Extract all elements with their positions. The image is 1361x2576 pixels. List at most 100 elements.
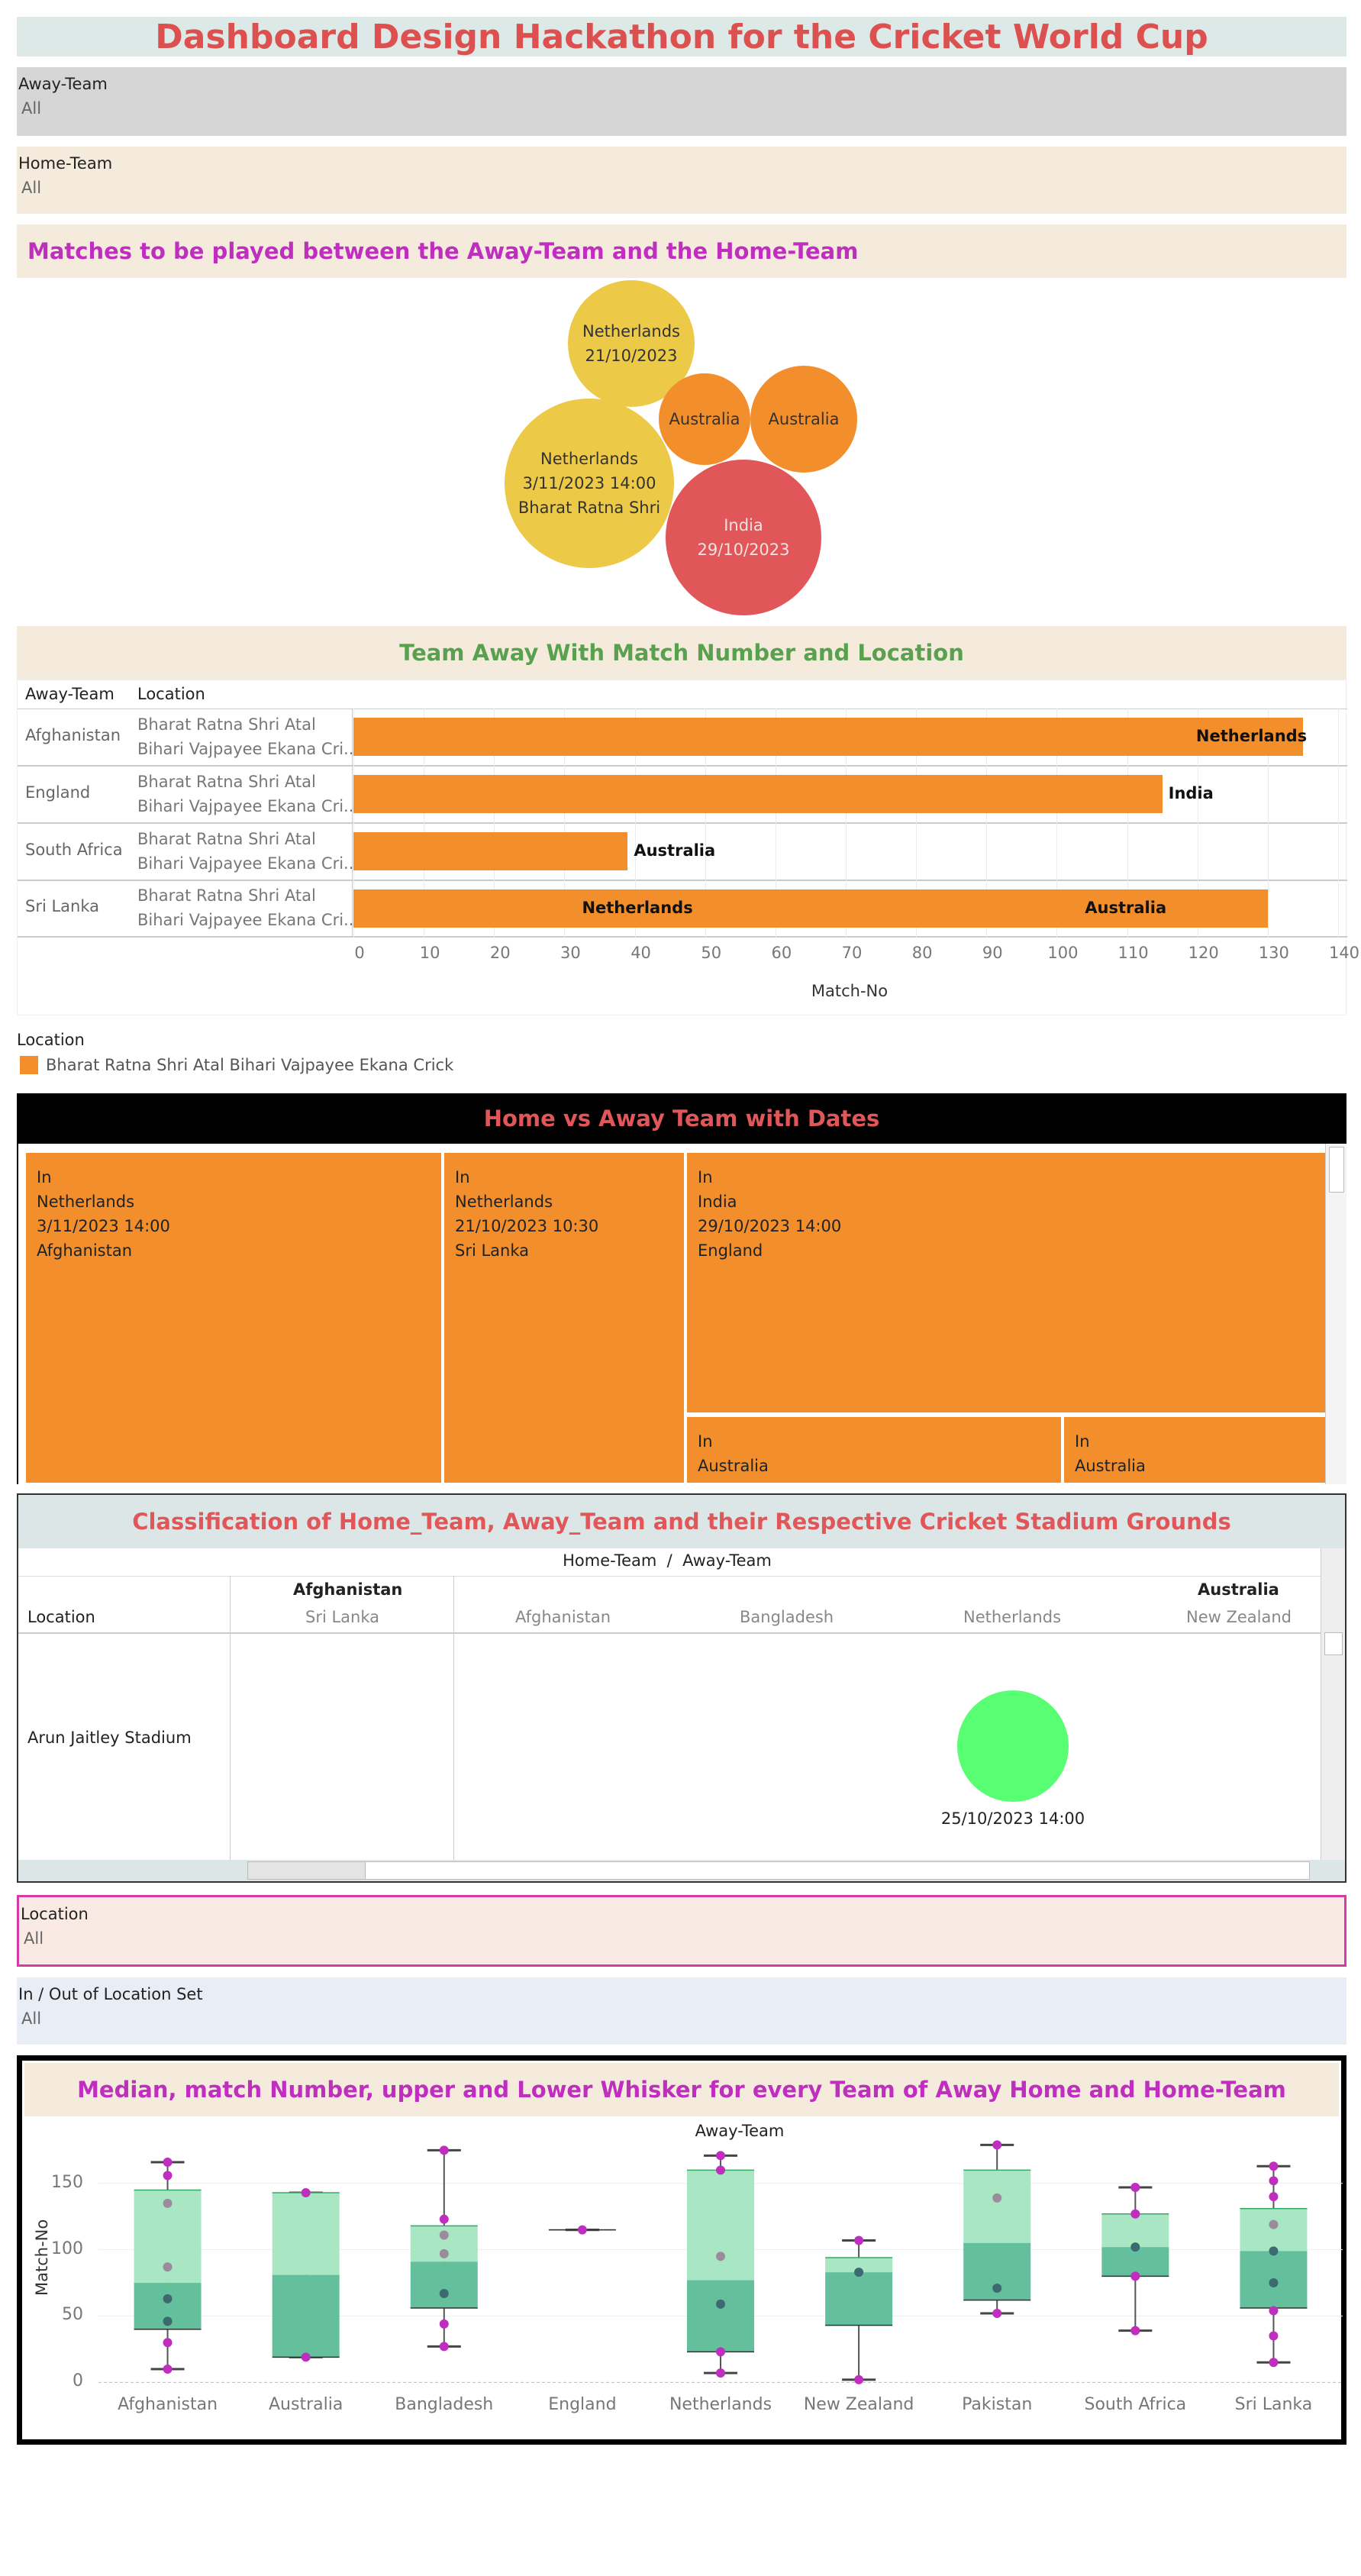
tile-line: In bbox=[698, 1432, 713, 1451]
data-point bbox=[577, 2225, 587, 2235]
data-point bbox=[301, 2352, 311, 2362]
data-point bbox=[1269, 2192, 1279, 2202]
in-out-location-filter[interactable]: In / Out of Location Set All bbox=[17, 1977, 1346, 2045]
bubble[interactable]: Australia bbox=[659, 373, 750, 465]
data-point bbox=[163, 2364, 173, 2374]
horizontal-scrollbar[interactable] bbox=[18, 1860, 1345, 1881]
legend-label: Bharat Ratna Shri Atal Bihari Vajpayee E… bbox=[46, 1056, 454, 1074]
location-line: Bharat Ratna Shri Atal bbox=[137, 773, 316, 791]
data-point bbox=[1269, 2331, 1279, 2341]
data-point bbox=[163, 2338, 173, 2348]
tile-line: In bbox=[455, 1168, 470, 1186]
page-title: Dashboard Design Hackathon for the Crick… bbox=[155, 17, 1208, 56]
away-team-header: New Zealand bbox=[1186, 1608, 1292, 1626]
treemap-tile[interactable]: In Netherlands 3/11/2023 14:00 Afghanist… bbox=[26, 1153, 441, 1483]
data-point bbox=[854, 2268, 864, 2277]
legend-swatch bbox=[20, 1056, 38, 1074]
y-tick-label: 150 bbox=[51, 2172, 83, 2192]
legend-item[interactable]: Bharat Ratna Shri Atal Bihari Vajpayee E… bbox=[20, 1056, 453, 1074]
data-point bbox=[854, 2235, 864, 2245]
bar-label: Australia bbox=[634, 841, 716, 860]
scrollbar-thumb[interactable] bbox=[1324, 1632, 1343, 1655]
treemap-tile[interactable]: In India 29/10/2023 14:00 England bbox=[687, 1153, 1331, 1412]
bubble-label: Australia bbox=[669, 410, 740, 428]
box-lower bbox=[272, 2274, 340, 2358]
classification-panel: Classification of Home_Team, Away_Team a… bbox=[17, 1493, 1346, 1883]
bubble-label: 3/11/2023 14:00 bbox=[522, 474, 656, 492]
bubble[interactable]: Netherlands 3/11/2023 14:00 Bharat Ratna… bbox=[505, 399, 674, 568]
filter-value[interactable]: All bbox=[21, 1929, 1343, 1948]
data-point bbox=[439, 2288, 449, 2298]
col-header-location: Location bbox=[137, 685, 205, 703]
bar[interactable] bbox=[353, 775, 1163, 813]
data-point bbox=[439, 2248, 449, 2258]
away-team-filter[interactable]: Away-Team All bbox=[17, 67, 1346, 136]
scrollbar-thumb[interactable] bbox=[247, 1861, 366, 1880]
x-tick-label: 40 bbox=[631, 944, 651, 962]
x-category-label: South Africa bbox=[1084, 2395, 1187, 2414]
row-location-label: Bharat Ratna Shri Atal Bihari Vajpayee Ek… bbox=[137, 770, 353, 818]
filter-value[interactable]: All bbox=[18, 179, 1345, 197]
grid-line bbox=[1338, 709, 1339, 938]
away-team-header: Afghanistan bbox=[515, 1608, 611, 1626]
box-lower bbox=[687, 2280, 754, 2352]
tile-line: 3/11/2023 14:00 bbox=[37, 1217, 170, 1235]
tile-line: In bbox=[698, 1168, 713, 1186]
x-tick-label: 130 bbox=[1258, 944, 1289, 962]
row-location-label: Bharat Ratna Shri Atal Bihari Vajpayee Ek… bbox=[137, 827, 353, 876]
x-tick-label: 50 bbox=[701, 944, 722, 962]
x-tick-label: 70 bbox=[841, 944, 863, 962]
tile-line: Netherlands bbox=[455, 1193, 553, 1211]
filter-label: Away-Team bbox=[18, 75, 108, 93]
bar-plot-area: Netherlands India Australia Netherlands Aust… bbox=[353, 709, 1346, 938]
bubble-label: Netherlands bbox=[540, 450, 638, 468]
scrollbar-thumb[interactable] bbox=[1329, 1147, 1344, 1193]
tile-line: Netherlands bbox=[37, 1193, 135, 1211]
data-point bbox=[1130, 2183, 1140, 2192]
column-divider bbox=[453, 1576, 454, 1860]
bar[interactable] bbox=[353, 832, 628, 870]
filter-label: Home-Team bbox=[18, 154, 113, 173]
location-line: Bihari Vajpayee Ekana Cri.. bbox=[137, 740, 354, 758]
bubble-section-heading: Matches to be played between the Away-Te… bbox=[17, 224, 1346, 278]
data-point bbox=[1130, 2271, 1140, 2281]
section-title: Median, match Number, upper and Lower Wh… bbox=[77, 2077, 1286, 2103]
data-point bbox=[1130, 2209, 1140, 2219]
bar[interactable] bbox=[353, 718, 1303, 756]
tile-line: Australia bbox=[1075, 1457, 1146, 1475]
bubble[interactable]: Australia bbox=[750, 366, 857, 473]
box-upper bbox=[963, 2170, 1031, 2243]
treemap-tile[interactable]: In Netherlands 21/10/2023 10:30 Sri Lank… bbox=[444, 1153, 684, 1483]
bar-label: Netherlands bbox=[582, 899, 693, 917]
treemap-tile[interactable]: In Australia bbox=[1064, 1417, 1331, 1483]
x-axis-categories: Afghanistan Australia Bangladesh England Net… bbox=[98, 2395, 1343, 2418]
vertical-scrollbar[interactable] bbox=[1321, 1548, 1345, 1860]
treemap-scrollbar[interactable] bbox=[1325, 1144, 1346, 1484]
data-point bbox=[439, 2214, 449, 2224]
match-circle[interactable] bbox=[957, 1690, 1069, 1802]
away-team-header: Netherlands bbox=[963, 1608, 1062, 1626]
box-upper bbox=[272, 2192, 340, 2275]
treemap-tile[interactable]: In Australia bbox=[687, 1417, 1061, 1483]
x-tick-label: 30 bbox=[560, 944, 581, 962]
x-tick-label: 100 bbox=[1047, 944, 1079, 962]
bar-label: India bbox=[1168, 784, 1214, 802]
data-point bbox=[301, 2187, 311, 2197]
home-team-filter[interactable]: Home-Team All bbox=[17, 147, 1346, 214]
row-location-label: Bharat Ratna Shri Atal Bihari Vajpayee Ek… bbox=[137, 883, 353, 932]
bubble[interactable]: India 29/10/2023 bbox=[666, 460, 821, 615]
x-category-label: Afghanistan bbox=[118, 2395, 218, 2414]
data-point bbox=[1269, 2306, 1279, 2316]
filter-value[interactable]: All bbox=[18, 99, 1345, 118]
data-point bbox=[716, 2368, 725, 2378]
filter-value[interactable]: All bbox=[18, 2009, 1345, 2028]
tile-line: India bbox=[698, 1193, 737, 1211]
location-filter[interactable]: Location All bbox=[17, 1895, 1346, 1967]
tile-line: 21/10/2023 10:30 bbox=[455, 1217, 599, 1235]
box-lower bbox=[410, 2261, 478, 2309]
location-line: Bihari Vajpayee Ekana Cri.. bbox=[137, 911, 354, 929]
y-axis-ticks: 0 50 100 150 bbox=[22, 2061, 83, 2450]
data-point bbox=[716, 2347, 725, 2357]
data-point bbox=[716, 2165, 725, 2175]
tile-line: England bbox=[698, 1241, 763, 1260]
